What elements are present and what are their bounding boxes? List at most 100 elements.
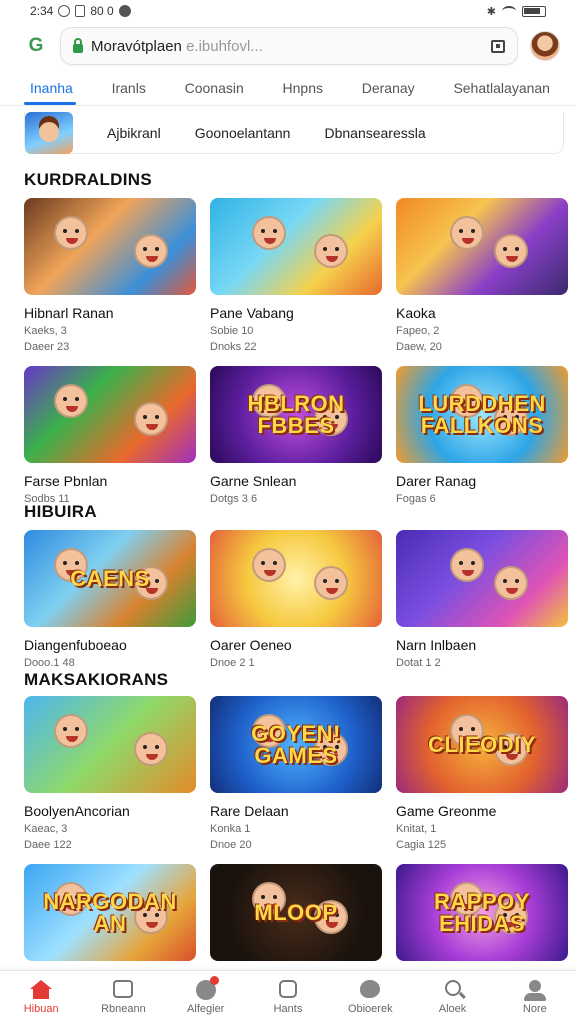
tab-5[interactable]: Sehatlalayanan [453,72,550,104]
google-logo-icon[interactable]: G [24,34,48,58]
game-meta-2: Dnoks 22 [210,341,257,353]
nav-item-1[interactable]: Rbneann [87,980,159,1015]
address-bar[interactable]: Moravótplaen e.ibuhfovl... [60,27,518,65]
dot-icon [118,5,131,17]
game-card[interactable]: MLOOP [210,864,382,961]
game-meta-1: Fogas 6 [396,493,436,505]
game-card[interactable]: Hibnarl Ranan Kaeks, 3 Daeer 23 [24,198,196,353]
game-thumbnail[interactable] [396,530,568,627]
nav-item-3[interactable]: Hants [252,980,324,1015]
nav-item-5[interactable]: Aloek [417,980,489,1015]
category-strip: Ajbikranl Goonoelantann Dbnansearessla [24,111,564,154]
status-bar: 2:34 80 0 ✱ [0,0,576,22]
game-thumbnail[interactable] [24,366,196,463]
game-card[interactable]: Pane Vabang Sobie 10 Dnoks 22 [210,198,382,353]
status-time: 2:34 [30,4,54,18]
game-meta-1: Konka 1 [210,823,251,835]
game-thumbnail[interactable] [210,198,382,295]
thumbnail-title: GOYEN! GAMES [251,720,341,768]
game-thumbnail[interactable]: NARGODAN AN [24,864,196,961]
tab-3[interactable]: Hnpns [283,72,323,104]
game-meta-2: Daeer 23 [24,341,70,353]
character-face-icon [252,216,286,250]
category-chip-2[interactable]: Dbnansearessla [324,125,425,141]
game-title[interactable]: Pane Vabang [210,305,382,321]
game-card[interactable]: Farse Pbnlan Sodbs 11 [24,366,196,505]
tab-0[interactable]: Inanha [30,72,73,104]
nav-item-4[interactable]: Obioerek [334,980,406,1015]
game-meta-1: Fapeo, 2 [396,325,440,337]
game-title[interactable]: Game Greonme [396,803,568,819]
character-face-icon [314,234,348,268]
game-title[interactable]: Darer Ranag [396,473,568,489]
game-card[interactable]: Oarer Oeneo Dnoe 2 1 [210,530,382,669]
battery-icon [522,5,546,17]
category-thumbnail[interactable] [25,111,73,154]
game-thumbnail[interactable]: MLOOP [210,864,382,961]
section-title: KURDRALDINS [24,170,152,189]
sim-icon [75,5,86,17]
search-icon [442,980,464,1000]
character-face-icon [134,234,168,268]
url-main: Moravótplaen [91,37,182,55]
character-face-icon [450,548,484,582]
game-title[interactable]: Garne Snlean [210,473,382,489]
thumbnail-title: HBLRON FBBES [247,390,345,438]
game-card[interactable]: NARGODAN AN [24,864,196,961]
nav-label-5: Aloek [438,1003,467,1015]
game-thumbnail[interactable]: CAENS [24,530,196,627]
character-face-icon [54,714,88,748]
game-card[interactable]: GOYEN! GAMES Rare Delaan Konka 1 Dnoe 20 [210,696,382,851]
game-thumbnail[interactable]: GOYEN! GAMES [210,696,382,793]
game-card[interactable]: RAPPOY EHIDAS [396,864,568,961]
game-meta-1: Kaeks, 3 [24,325,67,337]
section-title: MAKSAKIORANS [24,670,169,689]
game-card[interactable]: HBLRON FBBES Garne Snlean Dotgs 3 6 [210,366,382,505]
game-thumbnail[interactable] [24,696,196,793]
game-title[interactable]: Rare Delaan [210,803,382,819]
game-thumbnail[interactable]: RAPPOY EHIDAS [396,864,568,961]
notification-icon [58,5,71,17]
game-thumbnail[interactable]: HBLRON FBBES [210,366,382,463]
url-text: Moravótplaen e.ibuhfovl... [91,38,263,55]
game-title[interactable]: Hibnarl Ranan [24,305,196,321]
game-meta-2: Cagia 125 [396,839,447,851]
game-card[interactable]: Narn Inlbaen Dotat 1 2 [396,530,568,669]
category-chip-1[interactable]: Goonoelantann [195,125,291,141]
game-thumbnail[interactable] [24,198,196,295]
game-title[interactable]: Oarer Oeneo [210,637,382,653]
game-thumbnail[interactable] [396,198,568,295]
game-card[interactable]: CLIEODIY Game Greonme Knitat, 1 Cagia 125 [396,696,568,851]
nav-item-6[interactable]: Nore [499,980,571,1015]
notification-badge [209,976,219,985]
game-card[interactable]: CAENS Diangenfuboeao Dooo.1 48 [24,530,196,669]
nav-home[interactable]: Hibuan [5,980,77,1015]
game-card[interactable]: Kaoka Fapeo, 2 Daew, 20 [396,198,568,353]
game-title[interactable]: BoolyenAncorian [24,803,196,819]
tab-1[interactable]: Iranls [112,72,146,104]
game-title[interactable]: Farse Pbnlan [24,473,196,489]
category-chip-0[interactable]: Ajbikranl [107,125,161,141]
avatar[interactable] [530,31,560,61]
game-meta-1: Dooo.1 48 [24,657,75,669]
tab-switcher-icon[interactable] [491,39,505,53]
nav-label-home: Hibuan [23,1003,59,1015]
game-title[interactable]: Diangenfuboeao [24,637,196,653]
browser-bar: G Moravótplaen e.ibuhfovl... [0,22,576,70]
url-sub: e.ibuhfovl... [186,37,263,55]
game-title[interactable]: Kaoka [396,305,568,321]
tab-4[interactable]: Deranay [362,72,415,104]
profile-icon [523,980,546,1001]
game-card[interactable]: LURDDHEN FALLKONS Darer Ranag Fogas 6 [396,366,568,505]
game-thumbnail[interactable] [210,530,382,627]
game-card[interactable]: BoolyenAncorian Kaeac, 3 Daee 122 [24,696,196,851]
tab-2[interactable]: Coonasin [185,72,244,104]
game-thumbnail[interactable]: CLIEODIY [396,696,568,793]
nav-label-2: Alfegier [187,1003,225,1015]
game-thumbnail[interactable]: LURDDHEN FALLKONS [396,366,568,463]
game-meta-1: Knitat, 1 [396,823,437,835]
nav-item-2[interactable]: Alfegier [170,976,242,1015]
game-title[interactable]: Narn Inlbaen [396,637,568,653]
chat-icon [359,980,381,1000]
game-meta-2: Daee 122 [24,839,72,851]
